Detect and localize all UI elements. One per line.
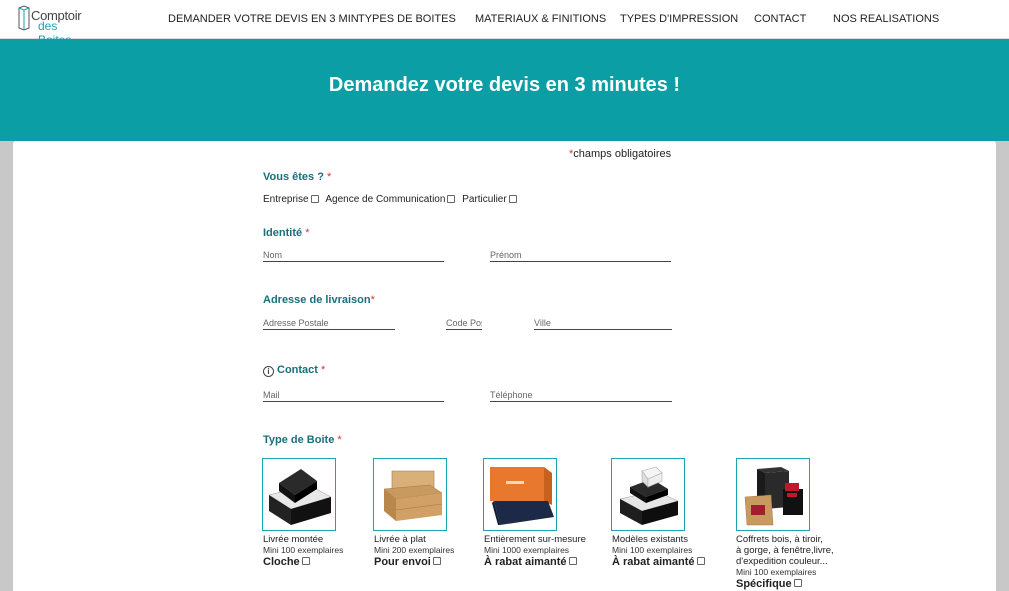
box-type-sur-mesure-label: Entièrement sur-mesure [484,534,586,545]
box-type-specifique-name: Spécifique [736,578,806,590]
code-postal-input[interactable] [446,316,482,330]
logo-mark-icon [18,5,30,31]
box-type-pour-envoi-name-text: Pour envoi [374,556,431,568]
required-star: * [321,364,326,376]
section-type-boite-title: Type de Boite * [263,434,342,446]
option-particulier-checkbox[interactable] [508,194,517,203]
box-type-sur-mesure-checkbox[interactable] [568,557,577,566]
box-type-modeles-name: À rabat aimanté [612,556,709,568]
black-box-icon [268,469,332,525]
nom-input[interactable] [263,248,444,262]
option-entreprise-label: Entreprise [263,194,309,205]
telephone-input[interactable] [490,388,672,402]
top-navigation: Comptoir des Boites DEMANDER VOTRE DEVIS… [0,0,1009,47]
box-type-pour-envoi-checkbox[interactable] [432,557,441,566]
customer-type-options: Entreprise Agence de Communication Parti… [263,194,521,205]
box-type-pour-envoi-image[interactable] [373,458,447,531]
magnetic-box-icon [490,467,554,525]
nav-item-contact[interactable]: CONTACT [754,13,806,25]
kraft-box-icon [383,470,443,521]
box-type-pour-envoi-name: Pour envoi [374,556,445,568]
box-type-specifique-minimum: Mini 100 exemplaires [736,567,817,577]
option-entreprise-checkbox[interactable] [310,194,319,203]
option-agence-label: Agence de Communication [325,194,446,205]
box-type-specifique-label-line3: d'expedition couleur... [736,556,828,567]
section-identite-label: Identité [263,227,303,239]
section-adresse-label: Adresse de livraison [263,294,371,306]
box-type-sur-mesure-image[interactable] [483,458,557,531]
section-identite-title: Identité * [263,227,309,239]
logo[interactable]: Comptoir des Boites [16,4,86,47]
box-type-modeles-checkbox[interactable] [696,557,705,566]
section-contact-label: Contact [277,364,318,376]
box-type-specifique-name-text: Spécifique [736,578,792,590]
section-vous-etes-label: Vous êtes ? [263,171,324,183]
box-type-specifique-label-line1: Coffrets bois, à tiroir, [736,534,823,545]
required-fields-note: *champs obligatoires [569,148,671,160]
box-type-modeles-image[interactable] [611,458,685,531]
required-star: * [370,294,375,306]
box-type-cloche-checkbox[interactable] [301,557,310,566]
box-type-specifique-checkbox[interactable] [793,579,802,588]
box-type-cloche-name-text: Cloche [263,556,300,568]
nav-item-types-de-boites[interactable]: TYPES DE BOITES [358,13,456,25]
section-contact-title: i Contact * [263,364,325,377]
mail-input[interactable] [263,388,444,402]
box-type-specifique-label-line2: à gorge, à fenêtre,livre, [736,545,834,556]
box-type-cloche-name: Cloche [263,556,314,568]
box-type-pour-envoi-minimum: Mini 200 exemplaires [374,545,455,555]
box-type-modeles-minimum: Mini 100 exemplaires [612,545,693,555]
box-type-modeles-name-text: À rabat aimanté [612,556,695,568]
nav-item-realisations[interactable]: NOS REALISATIONS [833,13,939,25]
adresse-postale-input[interactable] [263,316,395,330]
nav-item-materiaux[interactable]: MATERIAUX & FINITIONS [475,13,606,25]
nav-item-impression[interactable]: TYPES D'IMPRESSION [620,13,738,25]
box-type-sur-mesure-name-text: À rabat aimanté [484,556,567,568]
box-type-cloche-label: Livrée montée [263,534,324,545]
info-icon[interactable]: i [263,366,274,377]
gift-box-icon [619,466,679,525]
box-type-sur-mesure-minimum: Mini 1000 exemplaires [484,545,570,555]
ville-input[interactable] [534,316,672,330]
option-agence-checkbox[interactable] [447,194,456,203]
box-type-cloche-minimum: Mini 100 exemplaires [263,545,344,555]
option-particulier-label: Particulier [462,194,507,205]
section-type-boite-label: Type de Boite [263,434,335,446]
nav-item-devis[interactable]: DEMANDER VOTRE DEVIS EN 3 MIN [168,13,359,25]
section-vous-etes-title: Vous êtes ? * [263,171,331,183]
required-star: * [305,227,310,239]
box-type-specifique-image[interactable] [736,458,810,531]
required-star: * [327,171,332,183]
prenom-input[interactable] [490,248,671,262]
box-type-pour-envoi-label: Livrée à plat [374,534,426,545]
required-star: * [337,434,342,446]
page-title: Demandez votre devis en 3 minutes ! [328,74,681,96]
required-note-text: champs obligatoires [573,148,672,160]
box-type-sur-mesure-name: À rabat aimanté [484,556,581,568]
specialty-box-icon [744,467,803,526]
box-type-cloche-image[interactable] [262,458,336,531]
section-adresse-title: Adresse de livraison* [263,294,375,306]
box-type-modeles-label: Modèles existants [612,534,689,545]
